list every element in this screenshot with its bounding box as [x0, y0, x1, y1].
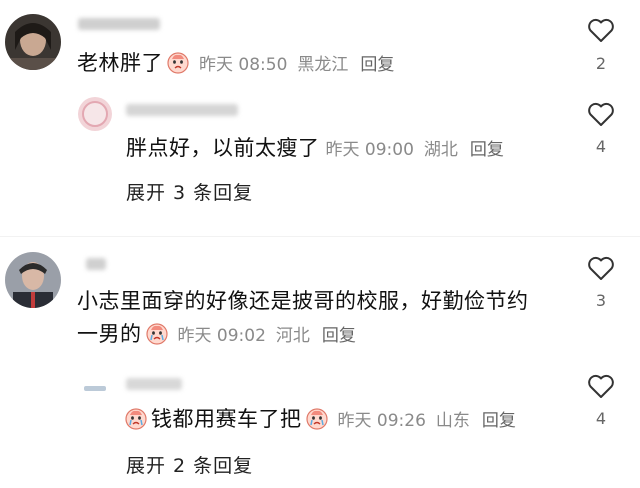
reply-text: 胖点好，以前太瘦了	[126, 136, 320, 160]
divider	[0, 236, 640, 237]
reply-button[interactable]: 回复	[470, 135, 504, 160]
reply-line: 胖点好，以前太瘦了 昨天 09:00 湖北 回复	[126, 133, 504, 161]
like-count: 4	[595, 137, 607, 156]
crying-face-emoji	[167, 52, 189, 74]
reply-line: 钱都用赛车了把 昨天 09:26 山东 回复	[124, 404, 516, 432]
comment-text: 小志里面穿的好像还是披哥的校服，好勤俭节约	[77, 289, 529, 313]
like-count: 3	[595, 291, 607, 310]
avatar-image	[78, 97, 112, 131]
heart-icon[interactable]	[587, 373, 615, 399]
comment-text: 老林胖了	[77, 51, 163, 75]
avatar[interactable]	[78, 97, 112, 131]
like-count: 4	[595, 409, 607, 428]
expand-replies-button[interactable]: 展开 3 条回复	[126, 178, 253, 205]
username-redacted	[126, 104, 238, 116]
comment-line: 小志里面穿的好像还是披哥的校服，好勤俭节约	[77, 285, 529, 315]
comment-line: 老林胖了 昨天 08:50 黑龙江 回复	[77, 48, 394, 76]
username-redacted	[78, 18, 160, 30]
comment-time: 昨天 09:02	[177, 325, 266, 346]
username-redacted	[86, 258, 106, 270]
crying-face-emoji	[145, 323, 168, 345]
comment-location: 河北	[275, 325, 310, 346]
heart-icon[interactable]	[587, 17, 615, 43]
reply-time: 昨天 09:00	[325, 139, 414, 160]
crying-face-emoji	[125, 408, 147, 430]
avatar-image	[5, 252, 61, 308]
heart-icon[interactable]	[587, 255, 615, 281]
comment-time: 昨天 08:50	[199, 54, 288, 75]
username-redacted	[126, 378, 182, 390]
reply-text: 钱都用赛车了把	[151, 407, 302, 431]
avatar[interactable]	[5, 14, 61, 70]
reply-button[interactable]: 回复	[482, 406, 516, 431]
reply-location: 湖北	[423, 139, 458, 160]
heart-icon[interactable]	[587, 101, 615, 127]
comment-line: 一男的 昨天 09:02 河北 回复	[77, 318, 356, 348]
avatar-image	[78, 372, 112, 406]
reply-location: 山东	[435, 410, 470, 431]
comment-text: 一男的	[77, 322, 142, 346]
like-count: 2	[595, 54, 607, 73]
avatar[interactable]	[5, 252, 61, 308]
reply-button[interactable]: 回复	[322, 321, 356, 346]
expand-replies-button[interactable]: 展开 2 条回复	[126, 451, 253, 478]
reply-time: 昨天 09:26	[337, 410, 426, 431]
avatar-image	[5, 14, 61, 70]
comment-location: 黑龙江	[297, 54, 349, 75]
crying-face-emoji	[305, 408, 328, 430]
avatar[interactable]	[78, 372, 112, 406]
reply-button[interactable]: 回复	[360, 50, 394, 75]
